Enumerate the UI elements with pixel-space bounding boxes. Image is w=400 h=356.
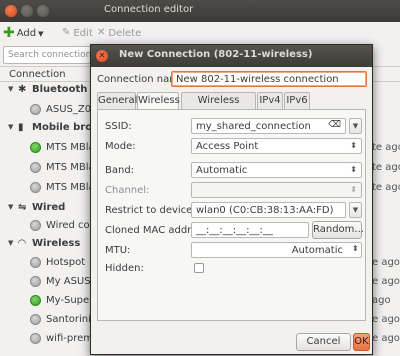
connection-label: My ASUS — [46, 276, 91, 287]
add-button[interactable]: ✚ Add ▼ — [3, 25, 44, 41]
bg-window-title: Connection editor — [104, 4, 194, 15]
status-icon — [30, 257, 41, 268]
bluetooth-icon: ✱ — [18, 84, 27, 95]
status-icon — [30, 276, 41, 287]
expander-icon: ▼ — [8, 239, 14, 247]
bg-titlebar: Connection editor — [0, 0, 400, 22]
dialog-title: New Connection (802-11-wireless) — [119, 49, 313, 60]
delete-icon: ✕ — [97, 27, 106, 38]
ssid-label: SSID: — [105, 121, 132, 132]
dropdown-arrow-icon: ▼ — [38, 30, 44, 38]
ssid-dropdown-button[interactable]: ▼ — [349, 118, 362, 134]
expander-icon: ▼ — [8, 85, 14, 93]
mtu-label: MTU: — [105, 245, 131, 256]
expander-icon: ▼ — [8, 203, 14, 211]
restrict-device-dropdown-button[interactable]: ▼ — [349, 202, 362, 218]
last-used: e ago — [372, 333, 400, 344]
band-value: Automatic — [196, 165, 248, 176]
connection-label: wifi-prem — [46, 333, 93, 344]
connection-label: Santorini — [46, 314, 91, 325]
restrict-device-field[interactable]: wlan0 (C0:CB:38:13:AA:FD) — [191, 202, 346, 218]
add-label: Add — [16, 28, 37, 39]
status-icon — [30, 314, 41, 325]
status-icon — [30, 295, 41, 306]
wifi-icon: ◠ — [18, 238, 26, 249]
edit-label: Edit — [73, 28, 93, 39]
cloned-mac-field[interactable]: __:__:__:__:__:__ — [191, 222, 309, 238]
mtu-spinner[interactable]: Automatic — [191, 242, 362, 258]
status-icon — [30, 182, 41, 193]
new-connection-dialog: ✕ New Connection (802-11-wireless) Conne… — [90, 44, 373, 355]
delete-label: Delete — [108, 28, 142, 39]
ssid-field[interactable]: my_shared_connection ⌫ — [191, 118, 346, 134]
status-icon — [30, 220, 41, 231]
clear-icon[interactable]: ⌫ — [328, 120, 341, 131]
tab-ipv6[interactable]: IPv6 — [284, 92, 310, 110]
ok-button[interactable]: OK — [353, 333, 370, 351]
status-icon — [30, 104, 41, 115]
expander-icon: ▼ — [8, 123, 14, 131]
band-label: Band: — [105, 165, 135, 176]
random-mac-button[interactable]: Random... — [312, 221, 364, 239]
close-icon[interactable]: ✕ — [96, 50, 108, 62]
dialog-titlebar: ✕ New Connection (802-11-wireless) — [91, 45, 372, 67]
search-input[interactable]: Search connections... — [3, 46, 91, 64]
restrict-device-label: Restrict to device: — [105, 205, 196, 216]
spin-arrows-icon[interactable]: ⬍ — [352, 244, 359, 253]
toolbar: ✚ Add ▼ ✎ Edit ✕ Delete — [0, 22, 400, 44]
group-label: Wired — [32, 202, 66, 213]
band-select[interactable]: Automatic ⬍ — [191, 162, 362, 178]
hidden-checkbox[interactable] — [194, 263, 204, 273]
hidden-label: Hidden: — [105, 263, 144, 274]
group-label: Bluetooth — [32, 84, 88, 95]
tab-wireless-security[interactable]: Wireless Security — [181, 92, 256, 122]
channel-label: Channel: — [105, 185, 150, 196]
close-window-button[interactable] — [5, 5, 17, 17]
last-used: te ago — [372, 142, 400, 153]
edit-button[interactable]: ✎ Edit — [62, 25, 93, 41]
last-used: e ago — [372, 314, 400, 325]
connection-label: Hotspot — [46, 257, 86, 268]
connection-name-field[interactable]: New 802-11-wireless connection — [171, 71, 367, 87]
mode-select[interactable]: Access Point ⬍ — [191, 138, 362, 154]
mode-label: Mode: — [105, 141, 136, 152]
wired-icon: ⇋ — [18, 202, 27, 213]
delete-button[interactable]: ✕ Delete — [97, 25, 141, 41]
updown-arrow-icon: ⬍ — [350, 185, 357, 194]
tab-ipv4[interactable]: IPv4 — [257, 92, 283, 110]
tab-general[interactable]: General — [97, 92, 137, 110]
minimize-window-button[interactable] — [21, 5, 33, 17]
cancel-button[interactable]: Cancel — [296, 333, 351, 351]
last-used: ago — [372, 295, 391, 306]
last-used: te ago — [372, 162, 400, 173]
status-icon — [30, 333, 41, 344]
mode-value: Access Point — [196, 141, 259, 152]
updown-arrow-icon: ⬍ — [350, 165, 357, 174]
phone-icon: ▮ — [18, 122, 24, 133]
status-icon — [30, 162, 41, 173]
updown-arrow-icon: ⬍ — [350, 141, 357, 150]
last-used: e ago — [372, 276, 400, 287]
last-used: e ago — [372, 257, 400, 268]
last-used: te ago — [372, 182, 400, 193]
pencil-icon: ✎ — [62, 27, 71, 38]
status-icon — [30, 142, 41, 153]
channel-select[interactable]: ⬍ — [191, 182, 362, 198]
group-label: Wireless — [32, 238, 81, 249]
ssid-value: my_shared_connection — [196, 121, 311, 132]
wireless-panel: SSID: my_shared_connection ⌫ ▼ Mode: Acc… — [97, 109, 366, 321]
maximize-window-button[interactable] — [37, 5, 49, 17]
plus-icon: ✚ — [3, 25, 15, 41]
restrict-device-value: wlan0 (C0:CB:38:13:AA:FD) — [196, 205, 334, 216]
